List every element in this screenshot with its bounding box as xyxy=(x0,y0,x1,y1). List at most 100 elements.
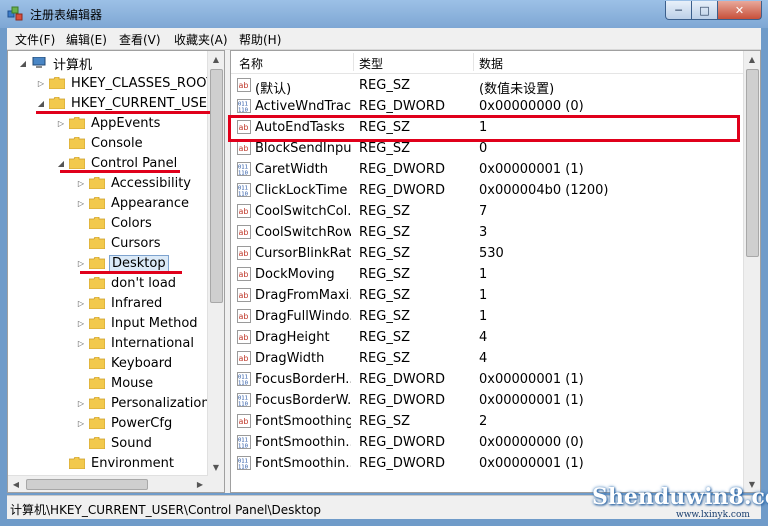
value-name: FontSmoothin... xyxy=(255,456,351,471)
tree-node-keyboard[interactable]: Keyboard xyxy=(76,353,174,373)
folder-icon xyxy=(49,97,65,109)
value-name: ClickLockTime xyxy=(255,183,348,198)
tree-vertical-scrollbar[interactable]: ▲ ▼ xyxy=(207,51,224,492)
menu-favorites[interactable]: 收藏夹(A) xyxy=(174,31,228,48)
value-row[interactable]: 011 110 FocusBorderH... REG_DWORD 0x00000001… xyxy=(231,369,744,390)
string-value-icon: ab xyxy=(237,246,251,260)
value-data: 1 xyxy=(479,267,488,282)
value-name: CoolSwitchCol... xyxy=(255,204,351,219)
collapse-arrow-icon[interactable]: ◢ xyxy=(18,59,28,68)
expand-arrow-icon[interactable]: ▷ xyxy=(76,299,86,308)
tree-scroll-left-arrow[interactable]: ◀ xyxy=(8,476,24,492)
folder-icon xyxy=(89,257,105,269)
tree-node-mouse[interactable]: Mouse xyxy=(76,373,155,393)
column-header-data[interactable]: 数据 xyxy=(479,55,503,72)
tree-scroll-up-arrow[interactable]: ▲ xyxy=(208,51,224,67)
tree-node-label: Personalization xyxy=(111,395,210,411)
value-type: REG_DWORD xyxy=(359,456,445,471)
tree-node-don-t-load[interactable]: don't load xyxy=(76,273,178,293)
value-row[interactable]: ab FontSmoothing REG_SZ 2 xyxy=(231,411,744,432)
menu-edit[interactable]: 编辑(E) xyxy=(66,31,107,48)
value-row[interactable]: ab DragHeight REG_SZ 4 xyxy=(231,327,744,348)
value-type: REG_SZ xyxy=(359,330,410,345)
value-row[interactable]: 011 110 FocusBorderW... REG_DWORD 0x00000001… xyxy=(231,390,744,411)
close-button[interactable]: ✕ xyxy=(718,1,762,20)
tree-node-international[interactable]: ▷ International xyxy=(76,333,196,353)
value-name: CursorBlinkRate xyxy=(255,246,351,261)
tree-node-sound[interactable]: Sound xyxy=(76,433,154,453)
menu-view[interactable]: 查看(V) xyxy=(119,31,161,48)
tree-hscroll-thumb[interactable] xyxy=(26,479,148,490)
tree-scroll-down-arrow[interactable]: ▼ xyxy=(208,459,224,475)
tree-node-computer[interactable]: ◢ 计算机 xyxy=(18,53,94,73)
value-name: CoolSwitchRows xyxy=(255,225,351,240)
tree-node-powercfg[interactable]: ▷ PowerCfg xyxy=(76,413,174,433)
folder-icon xyxy=(89,237,105,249)
value-row[interactable]: ab CoolSwitchCol... REG_SZ 7 xyxy=(231,201,744,222)
expand-arrow-icon[interactable]: ▷ xyxy=(56,119,66,128)
svg-text:ab: ab xyxy=(239,312,249,321)
tree-node-input-method[interactable]: ▷ Input Method xyxy=(76,313,200,333)
tree-node-personalization[interactable]: ▷ Personalization xyxy=(76,393,212,413)
list-scroll-up-arrow[interactable]: ▲ xyxy=(744,51,760,67)
tree-node-desktop[interactable]: ▷ Desktop xyxy=(76,253,169,273)
collapse-arrow-icon[interactable]: ◢ xyxy=(36,99,46,108)
tree-node-infrared[interactable]: ▷ Infrared xyxy=(76,293,164,313)
folder-icon xyxy=(89,397,105,409)
value-row[interactable]: ab DockMoving REG_SZ 1 xyxy=(231,264,744,285)
tree-scroll-right-arrow[interactable]: ▶ xyxy=(192,476,208,492)
menu-help[interactable]: 帮助(H) xyxy=(239,31,281,48)
value-row[interactable]: ab CursorBlinkRate REG_SZ 530 xyxy=(231,243,744,264)
computer-icon xyxy=(32,57,46,68)
expand-arrow-icon[interactable]: ▷ xyxy=(76,339,86,348)
tree-node-appevents[interactable]: ▷ AppEvents xyxy=(56,113,162,133)
column-header-type[interactable]: 类型 xyxy=(359,55,383,72)
maximize-button[interactable]: □ xyxy=(692,1,718,20)
string-value-icon: ab xyxy=(237,351,251,365)
tree-scroll-thumb[interactable] xyxy=(210,69,223,303)
svg-text:110: 110 xyxy=(238,381,248,387)
value-row[interactable]: 011110 ActiveWndTrac... REG_DWORD 0x0000000… xyxy=(231,96,744,117)
value-data: 0x00000001 (1) xyxy=(479,372,584,387)
value-row[interactable]: 011 110 ClickLockTime REG_DWORD 0x000004b0 (… xyxy=(231,180,744,201)
tree-node-cursors[interactable]: Cursors xyxy=(76,233,163,253)
value-row[interactable]: ab DragWidth REG_SZ 4 xyxy=(231,348,744,369)
expand-arrow-icon[interactable]: ▷ xyxy=(76,399,86,408)
value-name: ActiveWndTrac... xyxy=(255,99,351,114)
tree-node-environment[interactable]: Environment xyxy=(56,453,176,473)
collapse-arrow-icon[interactable]: ◢ xyxy=(56,159,66,168)
menu-file[interactable]: 文件(F) xyxy=(15,31,55,48)
value-row[interactable]: ab DragFromMaxi... REG_SZ 1 xyxy=(231,285,744,306)
watermark-logo-text: Shenduwin8.com xyxy=(592,484,768,510)
tree-node-accessibility[interactable]: ▷ Accessibility xyxy=(76,173,193,193)
value-row[interactable]: ab (默认) REG_SZ (数值未设置) xyxy=(231,75,744,97)
minimize-button[interactable]: ─ xyxy=(665,1,692,20)
tree-node-colors[interactable]: Colors xyxy=(76,213,154,233)
regedit-app-icon xyxy=(7,6,23,21)
folder-icon xyxy=(49,77,65,89)
tree-node-console[interactable]: Console xyxy=(56,133,145,153)
tree-node-appearance[interactable]: ▷ Appearance xyxy=(76,193,191,213)
value-row[interactable]: 011 110 FontSmoothin... REG_DWORD 0x00000001… xyxy=(231,453,744,474)
tree-node-label: Sound xyxy=(111,435,152,451)
tree-horizontal-scrollbar[interactable]: ◀ ▶ xyxy=(8,475,208,492)
value-row[interactable]: 011 110 CaretWidth REG_DWORD 0x00000001 (1) xyxy=(231,159,744,180)
value-row[interactable]: ab CoolSwitchRows REG_SZ 3 xyxy=(231,222,744,243)
list-scroll-thumb[interactable] xyxy=(746,69,759,257)
expand-arrow-icon[interactable]: ▷ xyxy=(76,199,86,208)
tree-node-hkey-classes-root[interactable]: ▷ HKEY_CLASSES_ROOT xyxy=(36,73,216,93)
expand-arrow-icon[interactable]: ▷ xyxy=(76,259,86,268)
folder-icon xyxy=(89,417,105,429)
folder-icon xyxy=(89,357,105,369)
expand-arrow-icon[interactable]: ▷ xyxy=(36,79,46,88)
expand-arrow-icon[interactable]: ▷ xyxy=(76,319,86,328)
string-value-icon: ab xyxy=(237,225,251,239)
column-header-name[interactable]: 名称 xyxy=(239,55,263,72)
tree-node-hkey-current-user[interactable]: ◢ HKEY_CURRENT_USER xyxy=(36,93,218,113)
expand-arrow-icon[interactable]: ▷ xyxy=(76,179,86,188)
value-row[interactable]: ab DragFullWindo... REG_SZ 1 xyxy=(231,306,744,327)
value-row[interactable]: 011 110 FontSmoothin... REG_DWORD 0x00000000… xyxy=(231,432,744,453)
tree-node-label: HKEY_CURRENT_USER xyxy=(71,95,217,111)
expand-arrow-icon[interactable]: ▷ xyxy=(76,419,86,428)
list-vertical-scrollbar[interactable]: ▲ ▼ xyxy=(743,51,760,492)
